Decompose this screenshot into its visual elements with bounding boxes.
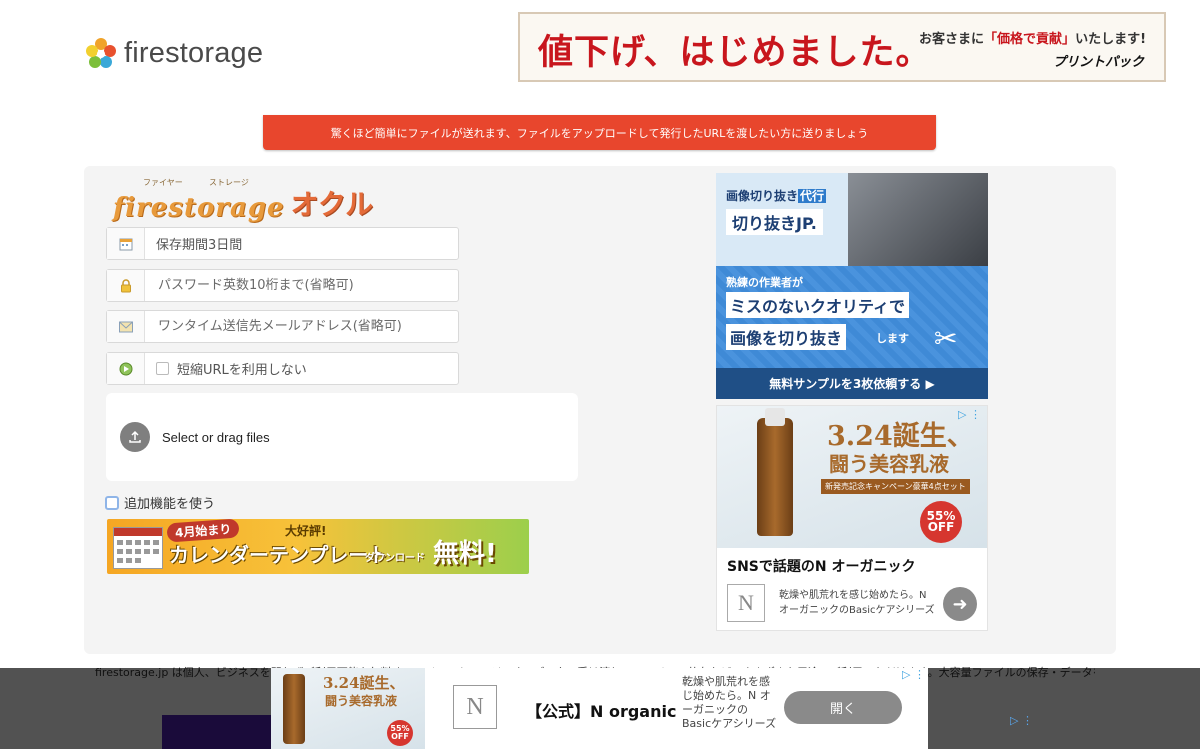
ad-choices-icon[interactable]: ▷ ⋮ xyxy=(958,408,981,421)
password-field[interactable] xyxy=(106,269,459,302)
bottom-ad-title: 【公式】N organic xyxy=(526,702,677,721)
kirinuki-m1: 熟練の作業者が xyxy=(726,276,803,289)
kirinuki-line1: 画像切り抜き 代行 xyxy=(726,187,827,204)
dropzone-label: Select or drag files xyxy=(162,429,270,445)
retention-period-field[interactable]: 保存期間3日間 xyxy=(106,227,459,260)
bottom-ad-choices-icon[interactable]: ▷ ⋮ xyxy=(902,668,925,681)
logo-text: firestorage xyxy=(124,36,264,69)
email-input[interactable] xyxy=(156,318,458,335)
ad-sub-suffix: いたします! xyxy=(1075,32,1146,47)
ad-choices-right-icon[interactable]: ▷ ⋮ xyxy=(1010,714,1033,727)
notice-banner: 驚くほど簡単にファイルが送れます、ファイルをアップロードして発行したURLを渡し… xyxy=(263,115,936,150)
bottom-anchor-ad[interactable]: 3.24誕生、 闘う美容乳液 55% OFF N 【公式】N organic 乾… xyxy=(271,668,928,749)
bottom-ad-image: 3.24誕生、 闘う美容乳液 55% OFF xyxy=(271,668,425,749)
globe-arrow-icon xyxy=(107,353,145,384)
okuru-ruby-1: ファイヤー xyxy=(143,178,183,187)
bottom-ad-bottle xyxy=(283,674,305,744)
lock-icon xyxy=(107,270,145,301)
norganic-title: SNSで話題のN オーガニック xyxy=(727,559,916,575)
ad-headline: 値下げ、はじめました。 xyxy=(538,32,932,73)
kirinuki-brand: 切り抜きJP. xyxy=(726,209,823,235)
mail-icon xyxy=(107,311,145,342)
kirinuki-m3: 画像を切り抜き xyxy=(726,324,847,350)
kirinuki-line1-highlight: 代行 xyxy=(798,189,827,203)
short-url-field[interactable]: 短縮URLを利用しない xyxy=(106,352,459,385)
scissors-icon: ✂ xyxy=(934,322,958,355)
kirinuki-ad[interactable]: 画像切り抜き 代行 切り抜きJP. 熟練の作業者が ミスのないクオリティで 画像を… xyxy=(716,173,988,399)
kirinuki-ad-top: 画像切り抜き 代行 切り抜きJP. xyxy=(716,173,988,266)
retention-period-value: 保存期間3日間 xyxy=(156,238,243,253)
norganic-discount-badge: 55% OFF xyxy=(920,501,962,543)
arrow-right-icon[interactable]: ➜ xyxy=(943,587,977,621)
okuru-logo-main: firestorage xyxy=(113,193,285,223)
extra-features-toggle[interactable]: 追加機能を使う xyxy=(105,493,215,512)
bottle-illustration xyxy=(757,418,793,536)
dark-ad-block xyxy=(162,715,272,749)
norganic-ad-image: 3.24誕生、 闘う美容乳液 新発売記念キャンペーン豪華4点セット 55% OF… xyxy=(717,406,987,548)
extra-features-label: 追加機能を使う xyxy=(124,497,216,512)
short-url-checkbox[interactable] xyxy=(156,362,169,375)
ad-brand: プリントパック xyxy=(1052,55,1144,70)
norganic-headline2: 闘う美容乳液 xyxy=(829,452,949,476)
file-dropzone[interactable]: Select or drag files xyxy=(106,393,578,481)
kirinuki-m2: ミスのないクオリティで xyxy=(726,292,910,318)
ad-sub-highlight: 「価格で貢献」 xyxy=(984,32,1076,47)
norganic-ad[interactable]: 3.24誕生、 闘う美容乳液 新発売記念キャンペーン豪華4点セット 55% OF… xyxy=(716,405,988,631)
kirinuki-line1-prefix: 画像切り抜き xyxy=(726,189,799,203)
calendar-template-banner[interactable]: 4月始まり 大好評! カレンダーテンプレート ダウンロード 無料! xyxy=(107,519,529,574)
calendar-main-text: カレンダーテンプレート xyxy=(169,543,389,567)
okuru-ruby-2: ストレージ xyxy=(209,178,249,187)
email-field[interactable] xyxy=(106,310,459,343)
bottom-ad-headline: 3.24誕生、 xyxy=(323,674,405,692)
calendar-download-text: ダウンロード xyxy=(365,553,425,564)
okuru-logo-kana: オクル xyxy=(290,188,374,221)
upload-icon xyxy=(120,422,150,452)
bottom-ad-headline2: 闘う美容乳液 xyxy=(325,694,398,708)
ad-subline: お客さまに「価格で貢献」いたします! xyxy=(919,28,1146,47)
bottom-ad-logo: N xyxy=(453,685,497,729)
short-url-label: 短縮URLを利用しない xyxy=(177,363,307,378)
bottom-ad-open-button[interactable]: 開く xyxy=(784,691,902,724)
norganic-campaign: 新発売記念キャンペーン豪華4点セット xyxy=(821,479,970,494)
password-input[interactable] xyxy=(156,277,458,294)
calendar-icon xyxy=(107,228,145,259)
kirinuki-ad-middle: 熟練の作業者が ミスのないクオリティで 画像を切り抜き します ✂ xyxy=(716,266,988,368)
ad-sub-prefix: お客さまに xyxy=(919,32,985,47)
norganic-logo: N xyxy=(727,584,765,622)
kirinuki-photo xyxy=(848,173,988,266)
flower-logo-icon xyxy=(84,36,118,70)
top-banner-ad[interactable]: 値下げ、はじめました。 お客さまに「価格で貢献」いたします! プリントパック xyxy=(518,12,1166,82)
calendar-free-text: 無料! xyxy=(433,539,497,569)
calendar-illustration-icon xyxy=(113,527,163,569)
okuru-logo: ファイヤー ストレージ firestorage オクル xyxy=(113,177,373,223)
site-logo[interactable]: firestorage xyxy=(84,36,263,70)
bottle-cap xyxy=(765,408,785,426)
calendar-popular-label: 大好評! xyxy=(285,524,327,538)
bottom-ad-description: 乾燥や肌荒れを感じ始めたら。N オーガニックのBasicケアシリーズ xyxy=(682,675,777,730)
bottom-ad-discount-badge: 55% OFF xyxy=(387,720,413,746)
kirinuki-m3-suffix: します xyxy=(876,332,909,345)
norganic-description: 乾燥や肌荒れを感じ始めたら。N オーガニックのBasicケアシリーズ xyxy=(779,590,935,616)
kirinuki-cta[interactable]: 無料サンプルを3枚依頼する ▶ xyxy=(716,368,988,399)
extra-features-checkbox[interactable] xyxy=(105,495,119,510)
